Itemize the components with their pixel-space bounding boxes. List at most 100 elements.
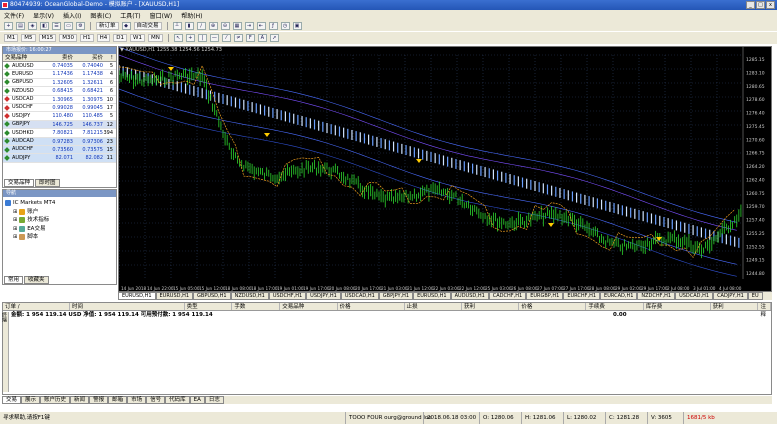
terminal-tab[interactable]: 信号 [146,396,166,404]
bar-chart-icon[interactable]: ┴ [172,21,182,30]
chart-tab[interactable]: EURUSD,H1 [413,292,451,300]
tab-favorites[interactable]: 收藏夹 [24,276,49,284]
chart-tab[interactable]: CADCHF,H1 [488,292,527,300]
tf-m1[interactable]: M1 [4,34,19,42]
terminal-tab[interactable]: 日志 [204,396,224,404]
vline-icon[interactable]: | [197,34,207,42]
col-bid[interactable]: 卖价 [39,54,73,61]
menu-file[interactable]: 文件(F) [4,11,24,20]
navigator-item[interactable]: ⊞ 技术指标 [5,216,114,225]
terminal-col-header[interactable]: 止损 [405,303,462,310]
col-ask[interactable]: 买价 [73,54,103,61]
chart-tab[interactable]: EU [747,292,763,300]
tab-tick-chart[interactable]: 即时图 [35,179,60,187]
new-order-button[interactable]: 新订单 [96,21,119,30]
market-watch-row[interactable]: AUDJPY 82.071 82.082 11 [3,154,116,163]
menu-view[interactable]: 显示(V) [33,11,54,20]
metaeditor-icon[interactable]: ◆ [121,21,131,30]
expand-icon[interactable]: ⊞ [13,225,17,234]
menu-tools[interactable]: 工具(T) [120,11,140,20]
indicators-icon[interactable]: ƒ [268,21,278,30]
autotrade-button[interactable]: 自动交易 [133,21,162,30]
chart-tab[interactable]: EURCAD,H1 [600,292,638,300]
terminal-col-header[interactable]: 库存费 [644,303,711,310]
fibo-icon[interactable]: F [245,34,255,42]
autoscroll-icon[interactable]: ⇥ [244,21,254,30]
menu-charts[interactable]: 图表(C) [90,11,111,20]
chart-tab[interactable]: USDCAD,H1 [340,292,379,300]
navigator-item[interactable]: ⊞ 脚本 [5,233,114,242]
chart-tab[interactable]: GBPJPY,H1 [378,292,414,300]
tf-m30[interactable]: M30 [59,34,77,42]
tf-w1[interactable]: W1 [130,34,145,42]
tf-d1[interactable]: D1 [113,34,128,42]
arrow-icon[interactable]: ➚ [269,34,279,42]
terminal-col-header[interactable]: 手续费 [586,303,644,310]
tf-mn[interactable]: MN [147,34,163,42]
terminal-col-header[interactable]: 时间 [70,303,185,310]
close-button[interactable]: x [766,1,775,9]
terminal-tab[interactable]: 展示 [21,396,41,404]
menu-insert[interactable]: 插入(I) [63,11,81,20]
terminal-tab[interactable]: EA [189,396,205,404]
tile-icon[interactable]: ▦ [232,21,242,30]
crosshair-icon[interactable]: + [185,34,195,42]
terminal-col-notes[interactable]: 注释 [758,303,771,318]
tester-icon[interactable]: ⚙ [76,21,85,30]
chart-tab[interactable]: GBPUSD,H1 [193,292,231,300]
expand-icon[interactable]: ⊞ [13,208,17,217]
terminal-col-header[interactable]: 类型 [185,303,233,310]
terminal-tab[interactable]: 警报 [89,396,109,404]
data-window-icon[interactable]: ◧ [40,21,49,30]
terminal-tab[interactable]: 代码库 [165,396,190,404]
profiles-icon[interactable]: ▤ [16,21,25,30]
tf-h1[interactable]: H1 [80,34,94,42]
tf-h4[interactable]: H4 [96,34,111,42]
channel-icon[interactable]: ≠ [233,34,243,42]
candle-chart-icon[interactable]: ▮ [184,21,194,30]
col-symbol[interactable]: 交易品种 [3,54,39,61]
terminal-tab[interactable]: 邮箱 [108,396,128,404]
expand-icon[interactable]: ⊞ [13,233,17,242]
market-watch-icon[interactable]: ◈ [28,21,37,30]
chart-tab[interactable]: EURGBP,H1 [526,292,564,300]
tf-m5[interactable]: M5 [21,34,36,42]
line-chart-icon[interactable]: ∕ [196,21,206,30]
tf-m15[interactable]: M15 [38,34,57,42]
chart-tab[interactable]: USDCAD,H1 [675,292,714,300]
navigator-icon[interactable]: ☰ [52,21,61,30]
text-icon[interactable]: A [257,34,267,42]
col-spread[interactable]: ! [103,54,113,61]
terminal-col-header[interactable]: 获利 [711,303,759,310]
terminal-col-header[interactable]: 订单 / [3,303,70,310]
periods-icon[interactable]: ◷ [280,21,290,30]
trendline-icon[interactable]: ⁄ [221,34,231,42]
terminal-tab[interactable]: 交易 [2,396,22,404]
chart-tab[interactable]: EURCHF,H1 [563,292,601,300]
chart-tab[interactable]: CADJPY,H1 [713,292,748,300]
navigator-item[interactable]: ⊞ 账户 [5,208,114,217]
terminal-tab[interactable]: 账户历史 [40,396,71,404]
status-profile[interactable]: TOOO FOUR ourg@ground loe [345,412,432,424]
terminal-icon[interactable]: ▭ [64,21,73,30]
chart-tab[interactable]: AUDUSD,H1 [450,292,489,300]
chart-tab[interactable]: NZDCHF,H1 [637,292,676,300]
new-chart-icon[interactable]: + [4,21,13,30]
terminal-col-header[interactable]: 获利 [462,303,520,310]
navigator-item[interactable]: IC Markets MT4 [5,199,114,208]
cursor-icon[interactable]: ↖ [173,34,183,42]
chart-tab[interactable]: USDCHF,H1 [268,292,307,300]
templates-icon[interactable]: ▣ [292,21,302,30]
price-chart[interactable]: 1285.15 1283.10 1280.65 1278.60 1276.40 1275.… [118,46,773,293]
tab-symbols[interactable]: 交易品种 [4,179,35,187]
chart-tab[interactable]: NZDUSD,H1 [230,292,269,300]
terminal-col-header[interactable]: 价格 [519,303,587,310]
hline-icon[interactable]: — [209,34,219,42]
minimize-button[interactable]: _ [746,1,755,9]
terminal-tab[interactable]: 市场 [127,396,147,404]
menu-window[interactable]: 窗口(W) [150,11,173,20]
chart-tab[interactable]: EURUSD,H1 [118,292,156,300]
chart-window[interactable]: 1285.15 1283.10 1280.65 1278.60 1276.40 1275.… [118,46,772,292]
maximize-button[interactable]: □ [756,1,765,9]
terminal-col-header[interactable]: 价格 [338,303,405,310]
